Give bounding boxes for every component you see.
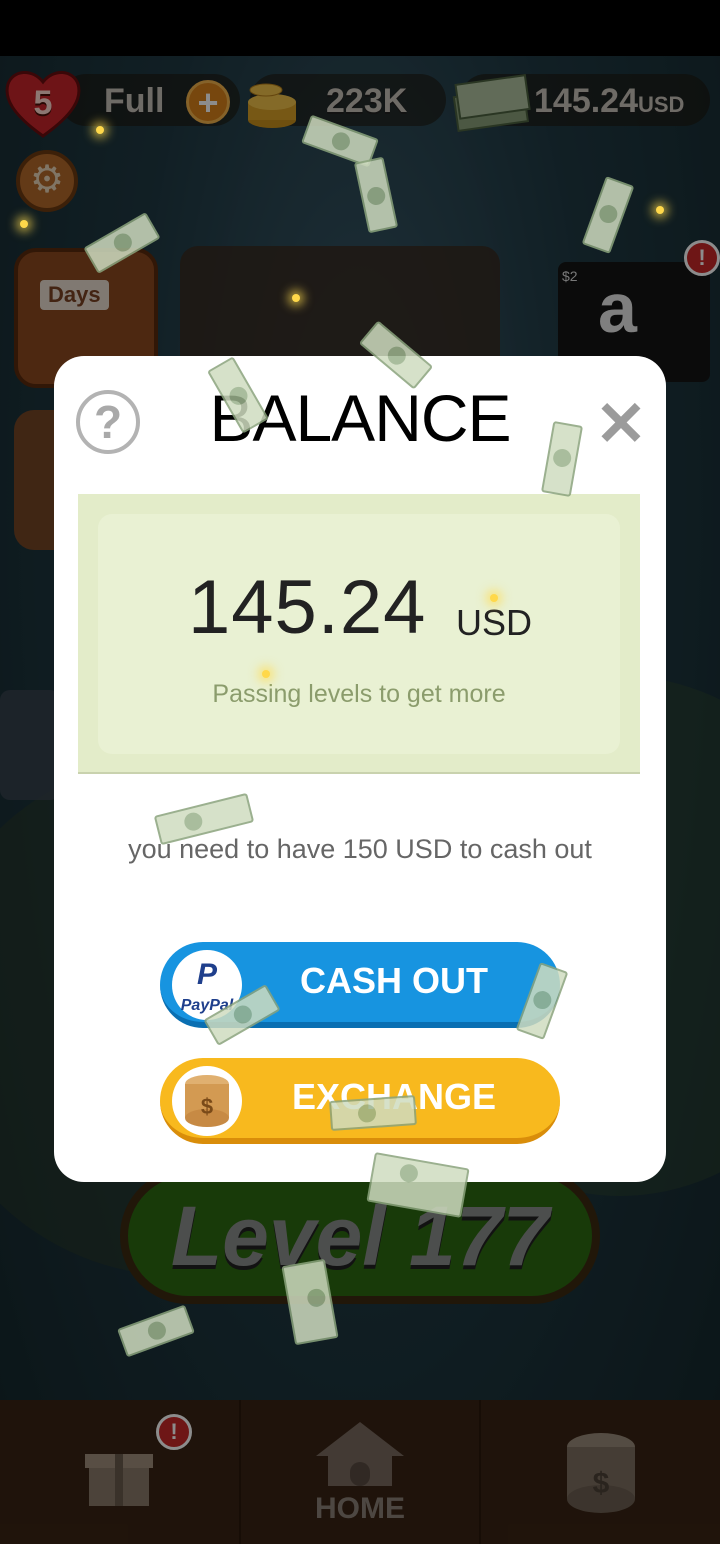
svg-text:P: P [197,958,218,991]
svg-text:$: $ [201,1094,213,1119]
cashout-requirement-note: you need to have 150 USD to cash out [128,834,592,864]
help-icon[interactable]: ? [76,390,140,454]
balance-currency: USD [456,602,533,643]
status-bar [0,0,720,56]
balance-amount: 145.24 [188,565,427,650]
close-icon[interactable]: ✕ [594,394,648,456]
flying-bill [329,1095,417,1131]
balance-hint: Passing levels to get more [212,680,506,708]
sparkle [656,206,664,214]
sparkle [20,220,28,228]
coin-roll-icon: $ [172,1066,242,1136]
sparkle [96,126,104,134]
sparkle [262,670,270,678]
sparkle [490,594,498,602]
cash-out-label: CASH OUT [300,960,488,1001]
sparkle [292,294,300,302]
